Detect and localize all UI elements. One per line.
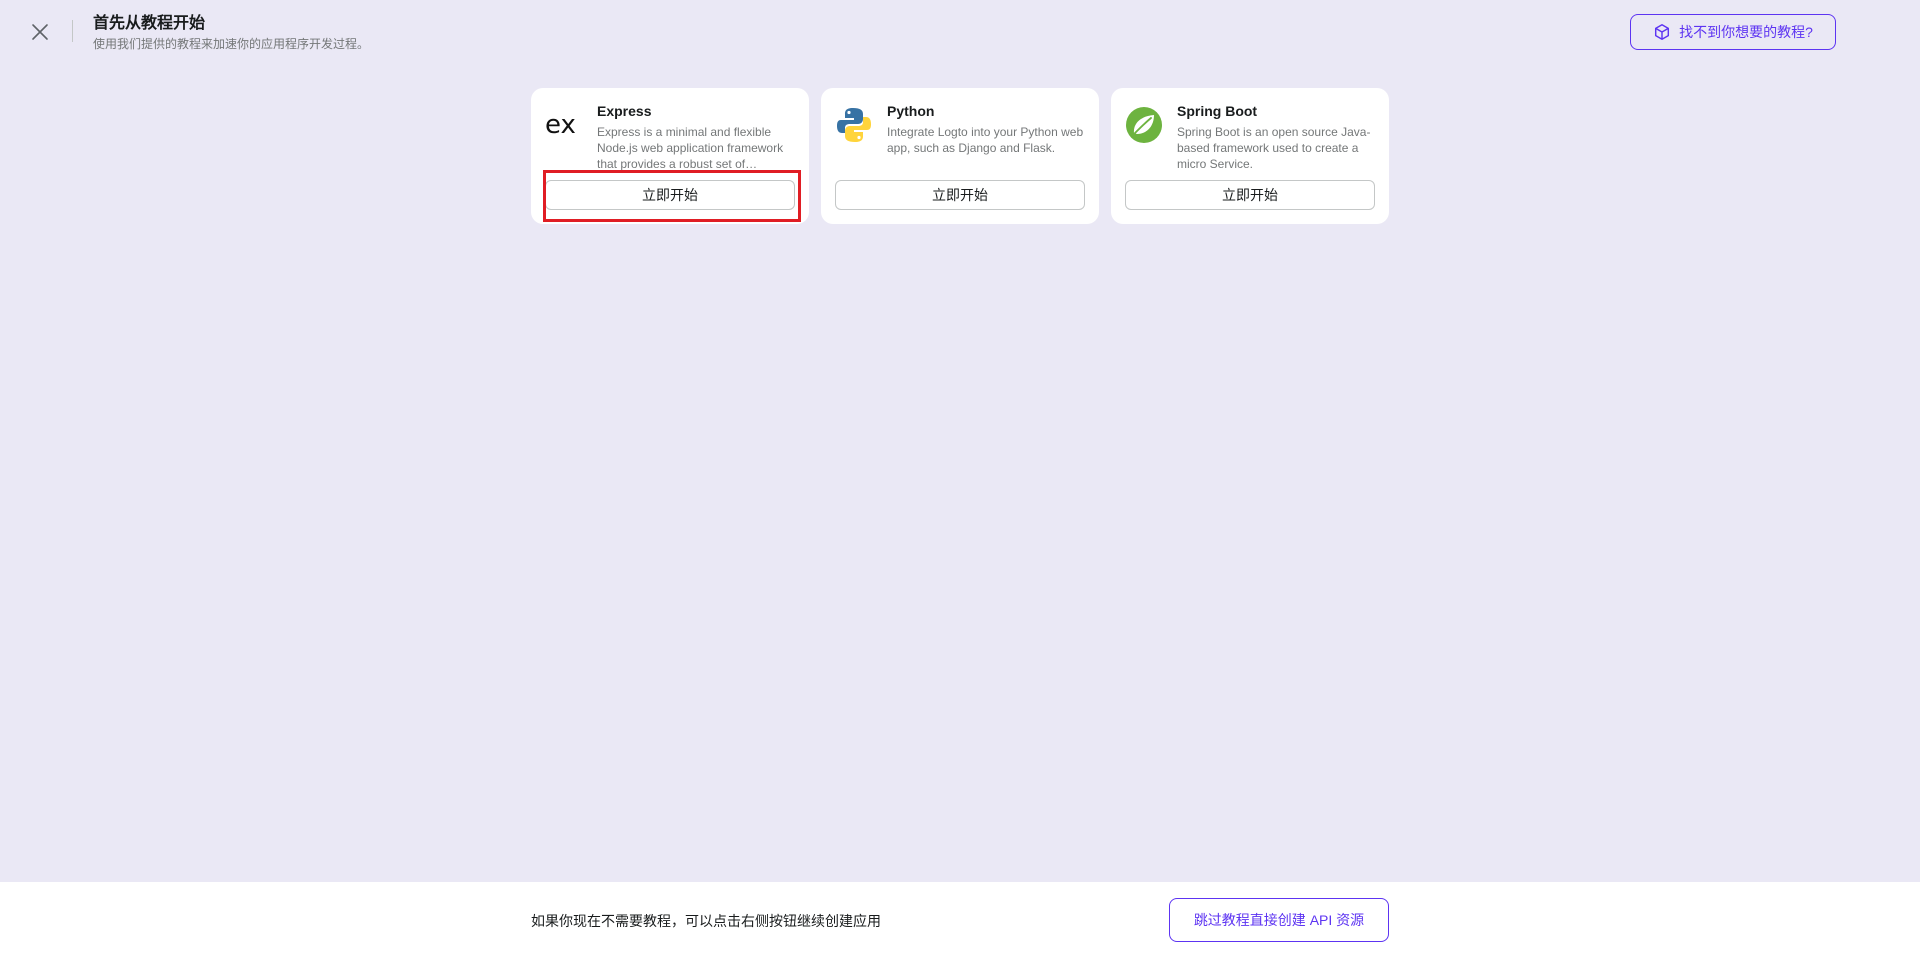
start-button-spring-boot[interactable]: 立即开始 xyxy=(1125,180,1375,210)
close-button[interactable] xyxy=(26,18,54,46)
cannot-find-guide-button[interactable]: 找不到你想要的教程? xyxy=(1630,14,1836,50)
cannot-find-guide-label: 找不到你想要的教程? xyxy=(1679,24,1813,40)
box-icon xyxy=(1655,24,1670,40)
start-button-express[interactable]: 立即开始 xyxy=(545,180,795,210)
card-description: Express is a minimal and flexible Node.j… xyxy=(597,125,784,171)
page-header: 首先从教程开始 使用我们提供的教程来加速你的应用程序开发过程。 找不到你想要的教… xyxy=(0,0,1920,64)
guide-card-express: ex Express Express is a minimal and flex… xyxy=(531,88,809,224)
express-logo-icon: ex xyxy=(545,106,583,144)
page-subtitle: 使用我们提供的教程来加速你的应用程序开发过程。 xyxy=(93,37,370,51)
guide-card-list: ex Express Express is a minimal and flex… xyxy=(531,88,1389,224)
page-title: 首先从教程开始 xyxy=(93,15,206,32)
guide-card-python: Python Integrate Logto into your Python … xyxy=(821,88,1099,224)
guide-card-spring-boot: Spring Boot Spring Boot is an open sourc… xyxy=(1111,88,1389,224)
card-description: Spring Boot is an open source Java-based… xyxy=(1177,125,1371,171)
card-title: Express xyxy=(597,103,652,119)
header-divider xyxy=(72,20,73,42)
spring-boot-logo-icon xyxy=(1125,106,1163,144)
card-title: Python xyxy=(887,103,935,119)
page-footer: 如果你现在不需要教程，可以点击右侧按钮继续创建应用 跳过教程直接创建 API 资… xyxy=(0,882,1920,958)
svg-text:ex: ex xyxy=(545,113,576,137)
title-block: 首先从教程开始 使用我们提供的教程来加速你的应用程序开发过程。 xyxy=(93,14,369,52)
skip-guide-button[interactable]: 跳过教程直接创建 API 资源 xyxy=(1169,898,1389,942)
start-button-python[interactable]: 立即开始 xyxy=(835,180,1085,210)
card-title: Spring Boot xyxy=(1177,103,1258,119)
card-description: Integrate Logto into your Python web app… xyxy=(887,125,1084,155)
footer-hint: 如果你现在不需要教程，可以点击右侧按钮继续创建应用 xyxy=(531,913,881,929)
python-logo-icon xyxy=(835,106,873,144)
close-icon xyxy=(32,24,48,40)
